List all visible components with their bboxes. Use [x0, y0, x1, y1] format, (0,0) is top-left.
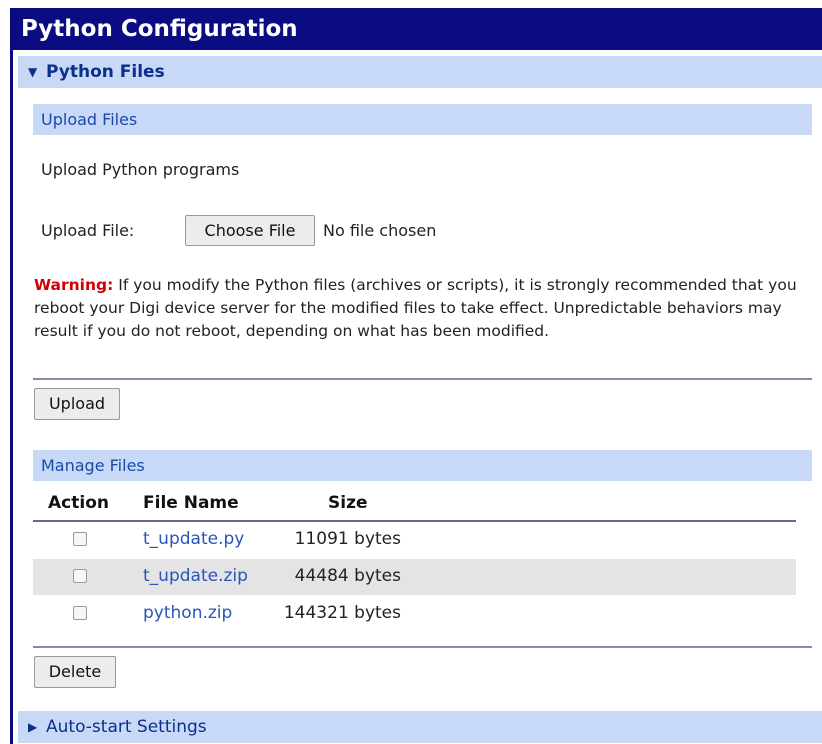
file-size: 144321 bytes: [283, 603, 401, 623]
choose-file-button[interactable]: Choose File: [185, 215, 315, 246]
divider: [33, 378, 812, 380]
column-header-action: Action: [48, 493, 109, 513]
auto-start-label: Auto-start Settings: [46, 717, 207, 737]
file-size: 11091 bytes: [294, 529, 401, 549]
column-header-size: Size: [328, 493, 368, 513]
manage-files-header: Manage Files: [33, 450, 812, 481]
row-select-checkbox[interactable]: [73, 606, 87, 620]
upload-button[interactable]: Upload: [34, 388, 120, 420]
upload-file-label: Upload File:: [41, 221, 135, 240]
upload-files-header: Upload Files: [33, 104, 812, 135]
triangle-right-icon: ▶: [28, 720, 38, 734]
file-link[interactable]: t_update.py: [143, 529, 244, 549]
column-header-file-name: File Name: [143, 493, 239, 513]
python-files-section-toggle[interactable]: ▼ Python Files: [18, 56, 822, 88]
table-row: t_update.py 11091 bytes: [33, 522, 796, 558]
python-files-label: Python Files: [46, 62, 165, 82]
upload-description: Upload Python programs: [41, 160, 240, 179]
file-link[interactable]: t_update.zip: [143, 566, 248, 586]
triangle-down-icon: ▼: [28, 65, 38, 79]
page-title: Python Configuration: [13, 8, 822, 50]
divider: [33, 646, 812, 648]
table-row: python.zip 144321 bytes: [33, 596, 796, 632]
warning-text: If you modify the Python files (archives…: [34, 276, 797, 340]
delete-button[interactable]: Delete: [34, 656, 116, 688]
auto-start-section-toggle[interactable]: ▶ Auto-start Settings: [18, 711, 822, 743]
row-select-checkbox[interactable]: [73, 532, 87, 546]
python-config-panel: Python Configuration ▼ Python Files Uploa…: [10, 8, 822, 744]
warning-message: Warning: If you modify the Python files …: [34, 274, 814, 343]
warning-label: Warning:: [34, 276, 114, 294]
file-status-text: No file chosen: [323, 221, 437, 240]
table-row: t_update.zip 44484 bytes: [33, 559, 796, 595]
file-size: 44484 bytes: [294, 566, 401, 586]
row-select-checkbox[interactable]: [73, 569, 87, 583]
file-link[interactable]: python.zip: [143, 603, 232, 623]
